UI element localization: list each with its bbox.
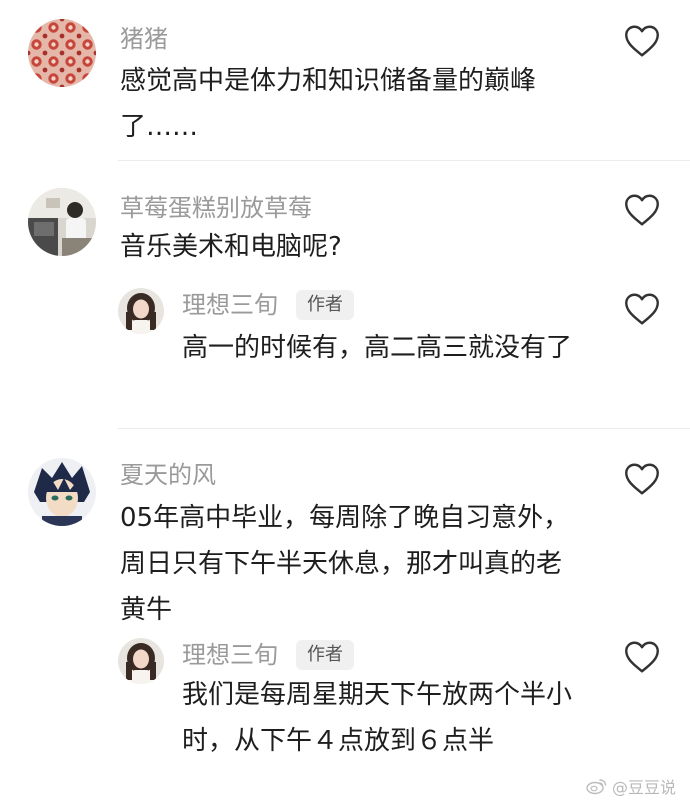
heart-outline-icon[interactable] (624, 640, 660, 674)
heart-outline-icon[interactable] (624, 462, 660, 496)
reply-text-line: 我们是每周星期天下午放两个半小 (182, 680, 573, 710)
comment-username[interactable]: 猪猪 (120, 24, 168, 54)
comment-section: 猪猪 感觉高中是体力和知识储备量的巅峰 了…… 草莓蛋糕别放草莓 音乐美术和电脑… (0, 0, 690, 806)
author-badge: 作者 (296, 640, 354, 670)
comment-text: 05年高中毕业，每周除了晚自习意外， 周日只有下午半天休息，那才叫真的老 黄牛 (120, 495, 569, 633)
divider (118, 160, 690, 161)
author-badge: 作者 (296, 290, 354, 320)
divider (118, 428, 690, 429)
comment-text-line: 黄牛 (120, 595, 173, 625)
comment-text-line: 周日只有下午半天休息，那才叫真的老 (120, 549, 563, 579)
avatar[interactable] (118, 288, 164, 334)
weibo-icon (586, 779, 607, 795)
reply-text-line: 高一的时候有，高二高三就没有了 (182, 333, 573, 363)
comment-text-line: 感觉高中是体力和知识储备量的巅峰 (120, 66, 537, 96)
comment-text-line: 音乐美术和电脑呢? (120, 232, 342, 262)
avatar[interactable] (28, 458, 96, 526)
heart-outline-icon[interactable] (624, 292, 660, 326)
reply-text: 高一的时候有，高二高三就没有了 (182, 325, 572, 371)
watermark: @豆豆说 (586, 774, 676, 798)
reply-username[interactable]: 理想三旬 (182, 640, 278, 670)
avatar[interactable] (118, 638, 164, 684)
comment-text-line: 了…… (120, 112, 199, 142)
comment-username[interactable]: 草莓蛋糕别放草莓 (120, 193, 312, 223)
heart-outline-icon[interactable] (624, 193, 660, 227)
reply-username[interactable]: 理想三旬 (182, 290, 278, 320)
avatar[interactable] (28, 19, 96, 87)
avatar[interactable] (28, 188, 96, 256)
watermark-text: @豆豆说 (611, 778, 676, 797)
heart-outline-icon[interactable] (624, 24, 660, 58)
comment-username[interactable]: 夏天的风 (120, 460, 216, 490)
comment-text: 感觉高中是体力和知识储备量的巅峰 了…… (120, 58, 536, 150)
reply-text-line: 时，从下午４点放到６点半 (182, 726, 495, 756)
comment-text: 音乐美术和电脑呢? (120, 224, 342, 270)
reply-text: 我们是每周星期天下午放两个半小 时，从下午４点放到６点半 (182, 672, 572, 764)
comment-text-line: 05年高中毕业，每周除了晚自习意外， (120, 503, 570, 533)
